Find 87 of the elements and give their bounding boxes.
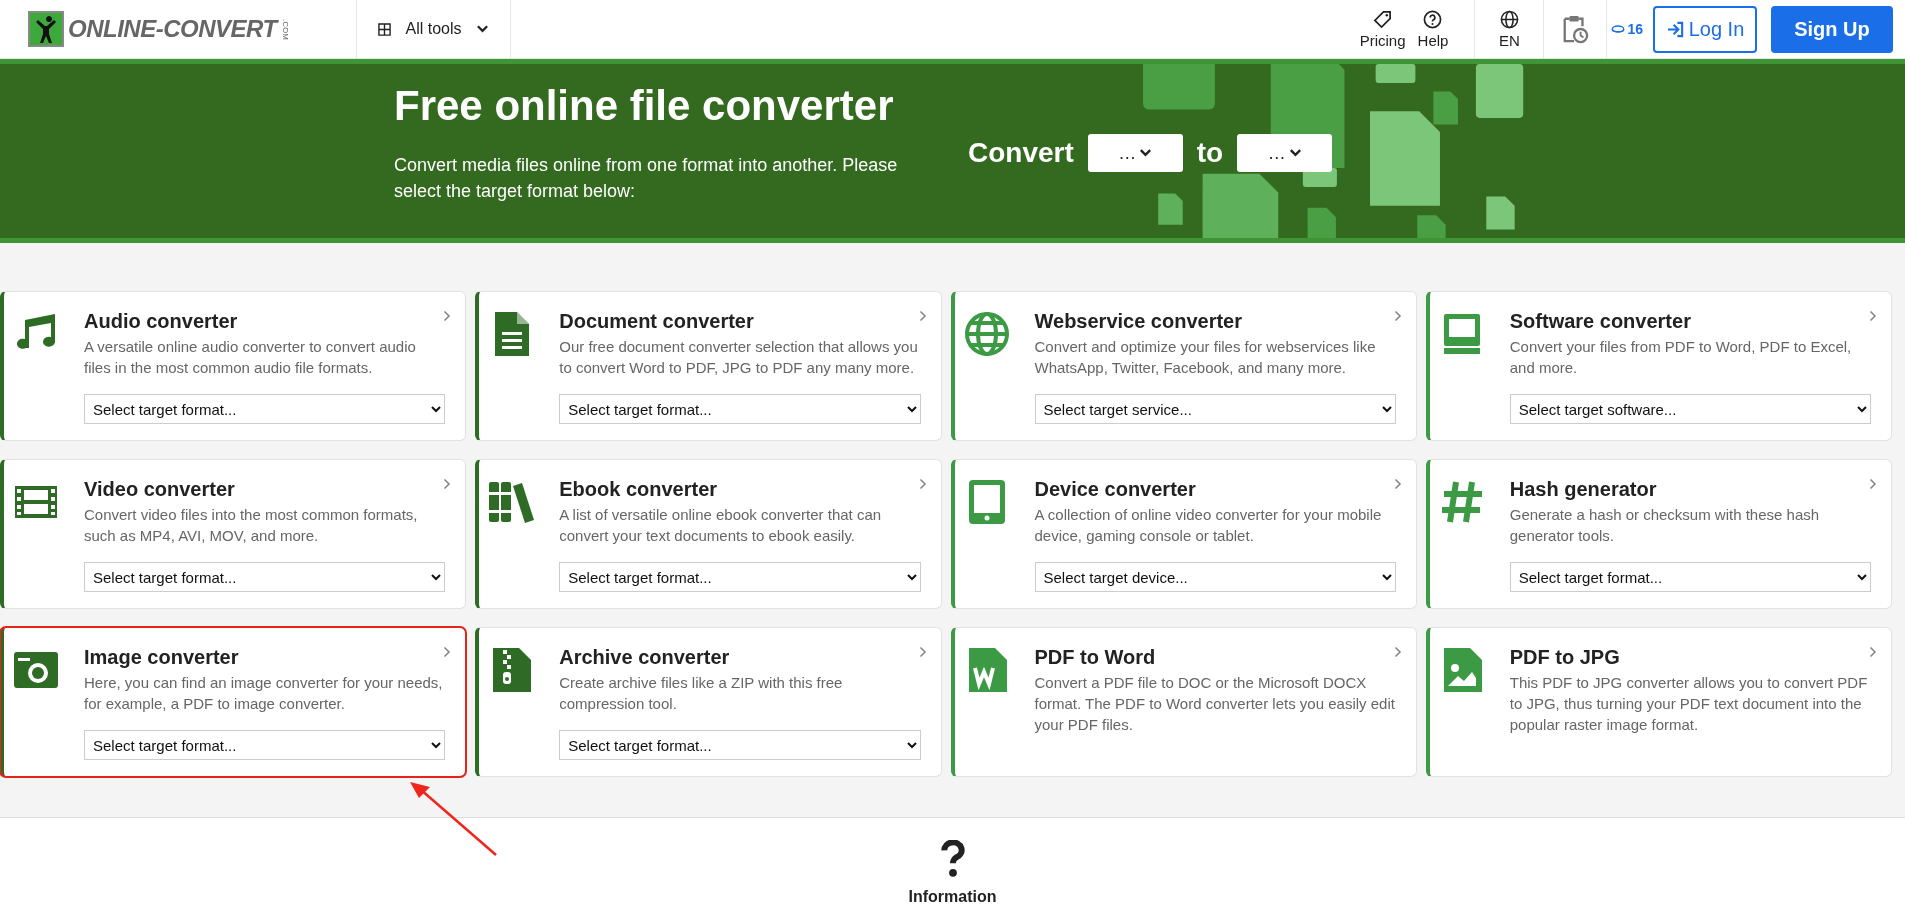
- converter-card[interactable]: PDF to Word Convert a PDF file to DOC or the Microsoft DOCX format. The PDF to Word converter lets you easily edit your PDF files.: [950, 627, 1417, 777]
- signup-button[interactable]: Sign Up: [1771, 5, 1893, 53]
- converter-card[interactable]: Document converter Our free document converter selection that allows you to convert Word to PDF, JPG to PDF any many more. Select target format...: [475, 291, 942, 441]
- target-format-select[interactable]: Select target device...: [1034, 562, 1396, 592]
- logo-suffix: .COM: [280, 18, 290, 40]
- chevron-down-icon: [475, 24, 489, 34]
- chevron-right-icon: [1869, 310, 1877, 322]
- clipboard-clock-icon[interactable]: [1561, 14, 1590, 44]
- grid-icon: [378, 22, 392, 36]
- login-button[interactable]: Log In: [1653, 5, 1757, 53]
- card-title: Hash generator: [1509, 478, 1658, 501]
- convert-label: Convert: [968, 137, 1074, 169]
- card-description: Our free document converter selection that allows you to convert Word to PDF, JPG to PDF any many more.: [559, 337, 919, 378]
- converter-card[interactable]: Ebook converter A list of versatile online ebook converter that can convert your text documents to ebook easily. Select target format...: [475, 459, 942, 609]
- login-icon: [1665, 19, 1685, 39]
- globe-icon: [962, 310, 1011, 358]
- card-title: Audio converter: [84, 310, 239, 333]
- target-format-select[interactable]: Select target service...: [1034, 394, 1396, 424]
- card-description: Here, you can find an image converter for your needs, for example, a PDF to image converter.: [84, 673, 444, 714]
- globe-icon: [1499, 9, 1519, 29]
- nav-link[interactable]: Pricing: [1353, 0, 1412, 58]
- card-description: Generate a hash or checksum with these hash generator tools.: [1509, 505, 1821, 546]
- target-format-select[interactable]: Select target format...: [559, 562, 921, 592]
- logo-icon: [28, 11, 64, 47]
- card-title: Ebook converter: [559, 478, 719, 501]
- language-selector[interactable]: EN: [1474, 0, 1545, 58]
- chevron-right-icon: [1869, 646, 1877, 658]
- help-icon: [1423, 9, 1443, 29]
- card-description: This PDF to JPG converter allows you to convert PDF to JPG, thus turning your PDF text document into the popular raster image format.: [1509, 673, 1869, 735]
- nav-link[interactable]: Help: [1411, 0, 1455, 58]
- card-description: A versatile online audio converter to convert audio files in the most common audio file formats.: [84, 337, 417, 378]
- chevron-right-icon: [1869, 478, 1877, 490]
- card-title: PDF to Word: [1034, 646, 1157, 669]
- all-tools-menu[interactable]: All tools: [356, 0, 511, 58]
- chevron-right-icon: [1393, 310, 1402, 322]
- coin-icon: [1611, 24, 1626, 34]
- source-format-dropdown[interactable]: …: [1087, 134, 1183, 172]
- card-title: Webservice converter: [1034, 310, 1244, 333]
- credits-count[interactable]: 16: [1607, 0, 1649, 58]
- chevron-right-icon: [918, 646, 927, 658]
- card-description: Convert and optimize your files for webservices like WhatsApp, Twitter, Facebook, and many more.: [1034, 337, 1377, 378]
- target-format-dropdown[interactable]: …: [1237, 134, 1333, 172]
- card-title: Device converter: [1034, 478, 1197, 501]
- card-title: PDF to JPG: [1509, 646, 1621, 669]
- target-format-select[interactable]: Select target format...: [1509, 562, 1871, 592]
- to-label: to: [1196, 137, 1224, 169]
- converter-card[interactable]: Video converter Convert video files into the most common formats, such as MP4, AVI, MOV, and more. Select target format...: [0, 459, 467, 609]
- converter-card[interactable]: Webservice converter Convert and optimize your files for webservices like WhatsApp, Twitter, Facebook, and many more. Select target service...: [950, 291, 1417, 441]
- target-format-select[interactable]: Select target format...: [84, 562, 446, 592]
- card-title: Software converter: [1509, 310, 1692, 333]
- converter-card[interactable]: Software converter Convert your files from PDF to Word, PDF to Excel, and more. Select target software...: [1425, 291, 1892, 441]
- card-description: Convert a PDF file to DOC or the Microsoft DOCX format. The PDF to Word converter lets you easily edit your PDF files.: [1034, 673, 1396, 735]
- question-mark-icon: [939, 840, 966, 878]
- card-title: Image converter: [84, 646, 240, 669]
- chevron-down-icon: [1288, 148, 1302, 158]
- chevron-right-icon: [443, 478, 452, 490]
- converter-card[interactable]: Hash generator Generate a hash or checksum with these hash generator tools. Select target format...: [1425, 459, 1892, 609]
- card-title: Archive converter: [559, 646, 731, 669]
- converter-card[interactable]: PDF to JPG This PDF to JPG converter allows you to convert PDF to JPG, thus turning your PDF text document into the popular raster image format.: [1425, 627, 1892, 777]
- card-title: Document converter: [559, 310, 755, 333]
- target-format-select[interactable]: Select target format...: [84, 394, 446, 424]
- hero-title: Free online file converter: [394, 82, 895, 130]
- card-description: A list of versatile online ebook converter that can convert your text documents to ebook easily.: [559, 505, 883, 546]
- card-description: Convert your files from PDF to Word, PDF to Excel, and more.: [1509, 337, 1853, 378]
- chevron-right-icon: [1393, 646, 1402, 658]
- target-format-select[interactable]: Select target format...: [559, 730, 921, 760]
- target-format-select[interactable]: Select target software...: [1509, 394, 1871, 424]
- hero-subtitle: Convert media files online from one format into another. Please select the target format below:: [394, 154, 899, 203]
- chevron-right-icon: [1393, 478, 1402, 490]
- converter-card[interactable]: Device converter A collection of online video converter for your mobile device, gaming console or tablet. Select target device...: [950, 459, 1417, 609]
- card-title: Video converter: [84, 478, 236, 501]
- chevron-right-icon: [443, 646, 452, 658]
- tag-icon: [1373, 9, 1393, 29]
- information-label[interactable]: Information: [908, 888, 997, 906]
- card-description: Create archive files like a ZIP with this free compression tool.: [559, 673, 844, 714]
- chevron-right-icon: [918, 478, 927, 490]
- converter-card[interactable]: Archive converter Create archive files like a ZIP with this free compression tool. Select target format...: [475, 627, 942, 777]
- chevron-down-icon: [1139, 148, 1153, 158]
- converter-card[interactable]: Audio converter A versatile online audio converter to convert audio files in the most common audio file formats. Select target format...: [0, 291, 467, 441]
- target-format-select[interactable]: Select target format...: [84, 730, 446, 760]
- logo-text: ONLINE-CONVERT: [68, 15, 277, 43]
- card-description: A collection of online video converter for your mobile device, gaming console or tablet.: [1034, 505, 1383, 546]
- chevron-right-icon: [443, 310, 452, 322]
- card-description: Convert video files into the most common formats, such as MP4, AVI, MOV, and more.: [84, 505, 419, 546]
- site-logo[interactable]: ONLINE-CONVERT .COM: [0, 0, 328, 58]
- target-format-select[interactable]: Select target format...: [559, 394, 921, 424]
- chevron-right-icon: [918, 310, 927, 322]
